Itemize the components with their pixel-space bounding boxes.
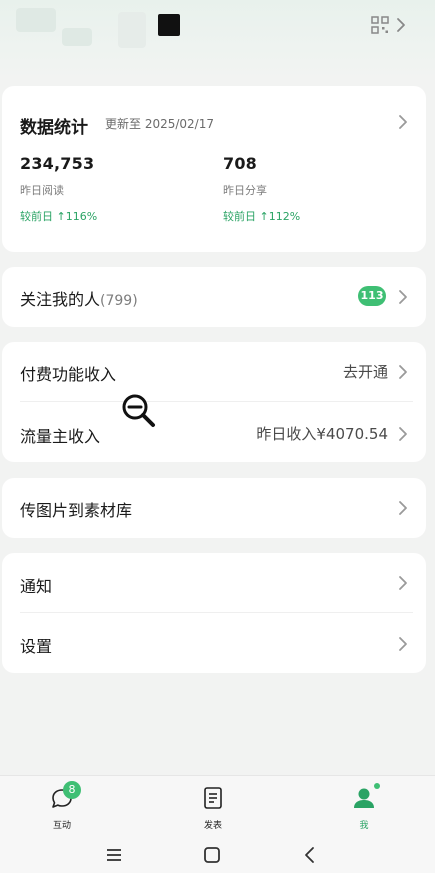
settings-label: 设置 bbox=[20, 637, 53, 656]
settings-card: 通知 设置 bbox=[2, 553, 426, 673]
divider bbox=[20, 401, 413, 402]
read-count-value: 234,753 bbox=[20, 154, 95, 173]
divider bbox=[20, 612, 413, 613]
traffic-income-label: 流量主收入 bbox=[20, 427, 101, 446]
system-nav-bar bbox=[0, 835, 435, 873]
followers-label-text: 关注我的人 bbox=[20, 290, 101, 309]
bottom-tab-bar: 8 互动 发表 我 bbox=[0, 775, 435, 835]
qr-code-icon[interactable] bbox=[371, 16, 389, 34]
stats-card[interactable]: 数据统计 更新至 2025/02/17 234,753 昨日阅读 较前日 ↑11… bbox=[2, 86, 426, 252]
tab-publish-label: 发表 bbox=[203, 821, 222, 831]
followers-label: 关注我的人(799) bbox=[20, 286, 138, 310]
document-icon bbox=[200, 785, 226, 811]
notifications-label: 通知 bbox=[20, 577, 53, 596]
chevron-right-icon[interactable] bbox=[398, 364, 408, 380]
stats-updated-date: 更新至 2025/02/17 bbox=[105, 117, 214, 131]
blurred-profile-area bbox=[118, 12, 146, 48]
blurred-profile-area bbox=[16, 8, 56, 32]
chevron-right-icon[interactable] bbox=[398, 500, 408, 516]
chevron-right-icon[interactable] bbox=[398, 575, 408, 591]
zoom-out-icon bbox=[120, 392, 158, 430]
income-card: 付费功能收入 去开通 流量主收入 昨日收入¥4070.54 bbox=[2, 342, 426, 462]
paid-feature-value[interactable]: 去开通 bbox=[343, 361, 388, 382]
interaction-badge: 8 bbox=[63, 781, 81, 799]
home-icon[interactable] bbox=[202, 845, 222, 865]
stats-title: 数据统计 bbox=[20, 118, 88, 138]
share-change: 较前日 ↑112% bbox=[223, 210, 301, 223]
paid-feature-label: 付费功能收入 bbox=[20, 365, 117, 384]
profile-header bbox=[0, 0, 435, 80]
menu-icon[interactable] bbox=[104, 845, 124, 865]
tab-publish[interactable]: 发表 bbox=[183, 776, 243, 834]
read-change: 较前日 ↑116% bbox=[20, 210, 98, 223]
followers-count: (799) bbox=[100, 293, 138, 309]
person-icon bbox=[351, 785, 377, 811]
blurred-profile-area bbox=[62, 28, 92, 46]
chevron-right-icon[interactable] bbox=[398, 636, 408, 652]
new-followers-badge: 113 bbox=[358, 286, 386, 306]
notification-dot bbox=[374, 783, 380, 789]
share-count-value: 708 bbox=[223, 154, 257, 173]
tab-me-label: 我 bbox=[359, 821, 369, 831]
followers-row[interactable]: 关注我的人(799) 113 bbox=[2, 267, 426, 327]
read-count-label: 昨日阅读 bbox=[20, 184, 64, 197]
chevron-right-icon[interactable] bbox=[398, 289, 408, 305]
traffic-income-value: 昨日收入¥4070.54 bbox=[256, 425, 388, 443]
chevron-right-icon[interactable] bbox=[398, 426, 408, 442]
upload-to-library-row[interactable]: 传图片到素材库 bbox=[2, 478, 426, 538]
tab-interaction[interactable]: 8 互动 bbox=[32, 776, 92, 834]
share-count-label: 昨日分享 bbox=[223, 184, 267, 197]
upload-to-library-label: 传图片到素材库 bbox=[20, 501, 133, 520]
chevron-right-icon[interactable] bbox=[398, 114, 408, 130]
avatar[interactable] bbox=[158, 14, 180, 36]
tab-interaction-label: 互动 bbox=[52, 821, 71, 831]
tab-me[interactable]: 我 bbox=[334, 776, 394, 834]
back-icon[interactable] bbox=[300, 845, 320, 865]
chevron-right-icon[interactable] bbox=[396, 16, 406, 34]
